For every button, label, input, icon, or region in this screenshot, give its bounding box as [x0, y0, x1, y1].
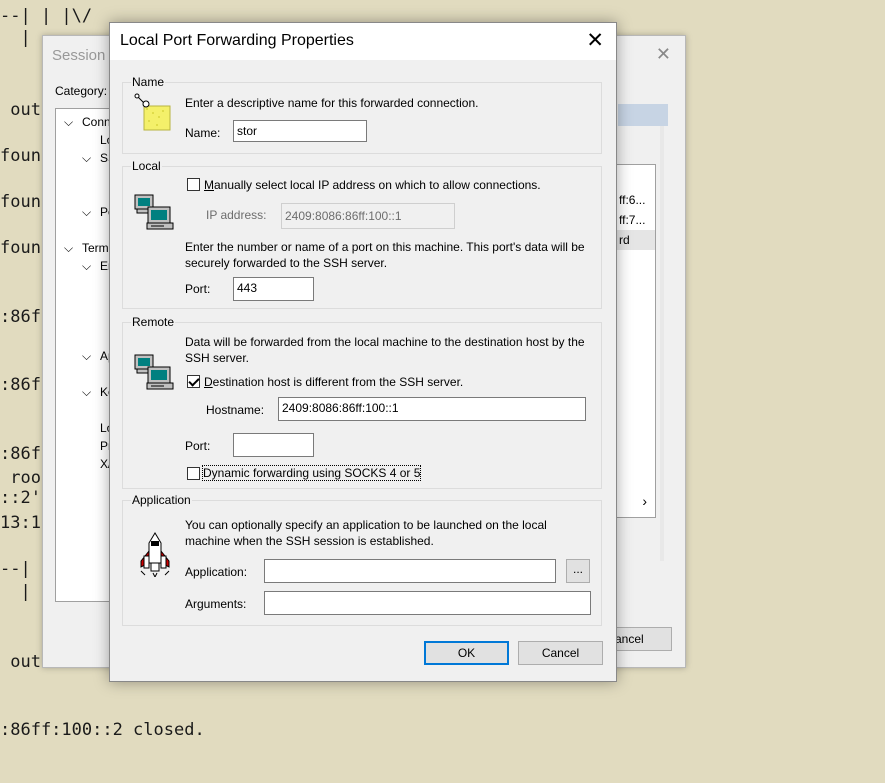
terminal-line: out	[0, 100, 41, 120]
local-port-label: Port:	[185, 282, 211, 296]
tree-item[interactable]: Conn	[82, 115, 111, 129]
session-cancel-button[interactable]: ancel	[612, 627, 672, 651]
application-input[interactable]	[264, 559, 556, 583]
arguments-input[interactable]	[264, 591, 591, 615]
dynamic-forwarding-label[interactable]: Dynamic forwarding using SOCKS 4 or 5	[201, 465, 422, 481]
dynamic-forwarding-checkbox[interactable]	[187, 467, 200, 480]
name-tag-icon	[134, 93, 171, 131]
name-group-label: Name	[131, 75, 166, 89]
selected-panel-header	[618, 104, 668, 126]
list-item[interactable]: rd	[619, 233, 630, 247]
session-window-title: Session	[52, 47, 106, 64]
chevron-down-icon[interactable]: ⌵	[82, 205, 91, 220]
terminal-line: 13:1	[0, 513, 41, 533]
list-item[interactable]: ff:7...	[619, 213, 645, 227]
hostname-input[interactable]: 2409:8086:86ff:100::1	[278, 397, 586, 421]
chevron-right-icon[interactable]: ›	[642, 493, 647, 509]
chevron-down-icon[interactable]: ⌵	[82, 151, 91, 166]
terminal-line: --| | |\/	[0, 6, 93, 26]
terminal-line: |	[0, 582, 31, 602]
dest-diff-checkbox[interactable]	[187, 375, 200, 388]
category-tree[interactable]: ⌵ Conn Lo ⌵ SS ⌵ Po ⌵ Term ⌵ Er ⌵ Ap ⌵ K…	[55, 108, 117, 602]
port-forwarding-dialog: Local Port Forwarding Properties ✕ Name …	[109, 22, 617, 682]
hostname-label: Hostname:	[206, 403, 265, 417]
close-icon[interactable]: ✕	[586, 28, 604, 53]
terminal-line: out	[0, 652, 41, 672]
forwarded-ports-list[interactable]: ff:6... ff:7... rd ›	[616, 164, 656, 518]
chevron-down-icon[interactable]: ⌵	[82, 349, 91, 364]
dest-diff-label[interactable]: Destination host is different from the S…	[204, 375, 463, 389]
manual-ip-checkbox[interactable]	[187, 178, 200, 191]
tree-item[interactable]: Term	[82, 241, 109, 255]
terminal-line: foun	[0, 238, 41, 258]
name-group: Name Enter a descriptive name for this f…	[122, 75, 602, 154]
terminal-line: foun	[0, 146, 41, 166]
ip-address-input: 2409:8086:86ff:100::1	[281, 203, 455, 229]
browse-button[interactable]: ...	[566, 559, 590, 583]
port-description: Enter the number or name of a port on th…	[185, 240, 585, 270]
manual-ip-label[interactable]: Manually select local IP address on whic…	[204, 178, 541, 192]
name-input[interactable]: stor	[233, 120, 367, 142]
arguments-label: Arguments:	[185, 597, 247, 611]
application-description: You can optionally specify an applicatio…	[185, 518, 547, 548]
ok-button[interactable]: OK	[424, 641, 509, 665]
terminal-line: :86ff:100::2 closed.	[0, 720, 205, 740]
local-group-label: Local	[131, 159, 162, 173]
chevron-down-icon[interactable]: ⌵	[82, 385, 91, 400]
terminal-line: foun	[0, 192, 41, 212]
application-group-label: Application	[131, 493, 192, 507]
chevron-down-icon[interactable]: ⌵	[82, 259, 91, 274]
terminal-line: ::2'	[0, 488, 41, 508]
cancel-button[interactable]: Cancel	[518, 641, 603, 665]
remote-port-label: Port:	[185, 439, 211, 453]
panel-divider	[660, 126, 664, 561]
application-label: Application:	[185, 565, 248, 579]
terminal-line: --|	[0, 559, 31, 579]
rocket-icon	[140, 532, 170, 577]
remote-group: Remote Data will be forwarded from the l…	[122, 315, 602, 489]
chevron-down-icon[interactable]: ⌵	[64, 241, 73, 256]
name-field-label: Name:	[185, 126, 221, 140]
local-group: Local Manually select local IP address o…	[122, 159, 602, 309]
name-description: Enter a descriptive name for this forwar…	[185, 96, 479, 110]
application-group: Application You can optionally specify a…	[122, 493, 602, 626]
category-label: Category:	[55, 84, 108, 98]
computers-icon	[134, 194, 174, 230]
dialog-title: Local Port Forwarding Properties	[120, 32, 354, 49]
terminal-line: roo	[0, 468, 41, 488]
list-item[interactable]: ff:6...	[619, 193, 645, 207]
chevron-down-icon[interactable]: ⌵	[64, 115, 73, 130]
remote-group-label: Remote	[131, 315, 176, 329]
remote-description: Data will be forwarded from the local ma…	[185, 335, 585, 365]
ip-address-label: IP address:	[206, 208, 267, 222]
remote-computers-icon	[134, 354, 174, 390]
session-close-icon[interactable]: ✕	[656, 44, 671, 65]
remote-port-input[interactable]	[233, 433, 314, 457]
terminal-line: |	[0, 28, 31, 48]
dialog-titlebar: Local Port Forwarding Properties ✕	[110, 23, 616, 60]
local-port-input[interactable]: 443	[233, 277, 314, 301]
